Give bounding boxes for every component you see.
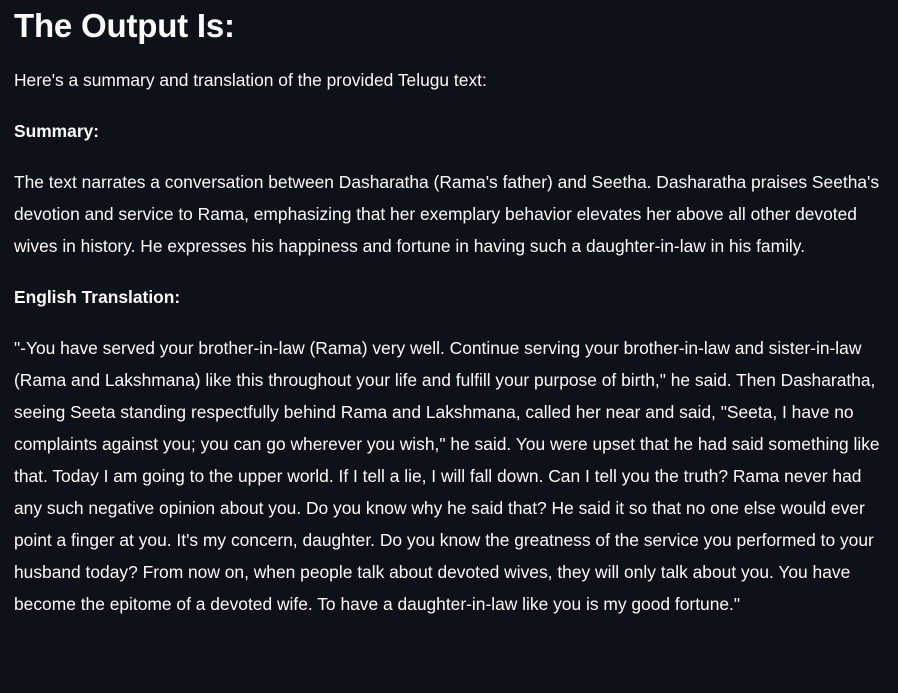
- translation-heading: English Translation:: [14, 287, 181, 307]
- page-title: The Output Is:: [14, 7, 235, 44]
- translation-text: "-You have served your brother-in-law (R…: [14, 338, 880, 614]
- summary-text: The text narrates a conversation between…: [14, 172, 880, 256]
- summary-heading: Summary:: [14, 121, 100, 141]
- intro-text: Here's a summary and translation of the …: [14, 70, 487, 90]
- output-panel: The Output Is: Here's a summary and tran…: [0, 0, 898, 693]
